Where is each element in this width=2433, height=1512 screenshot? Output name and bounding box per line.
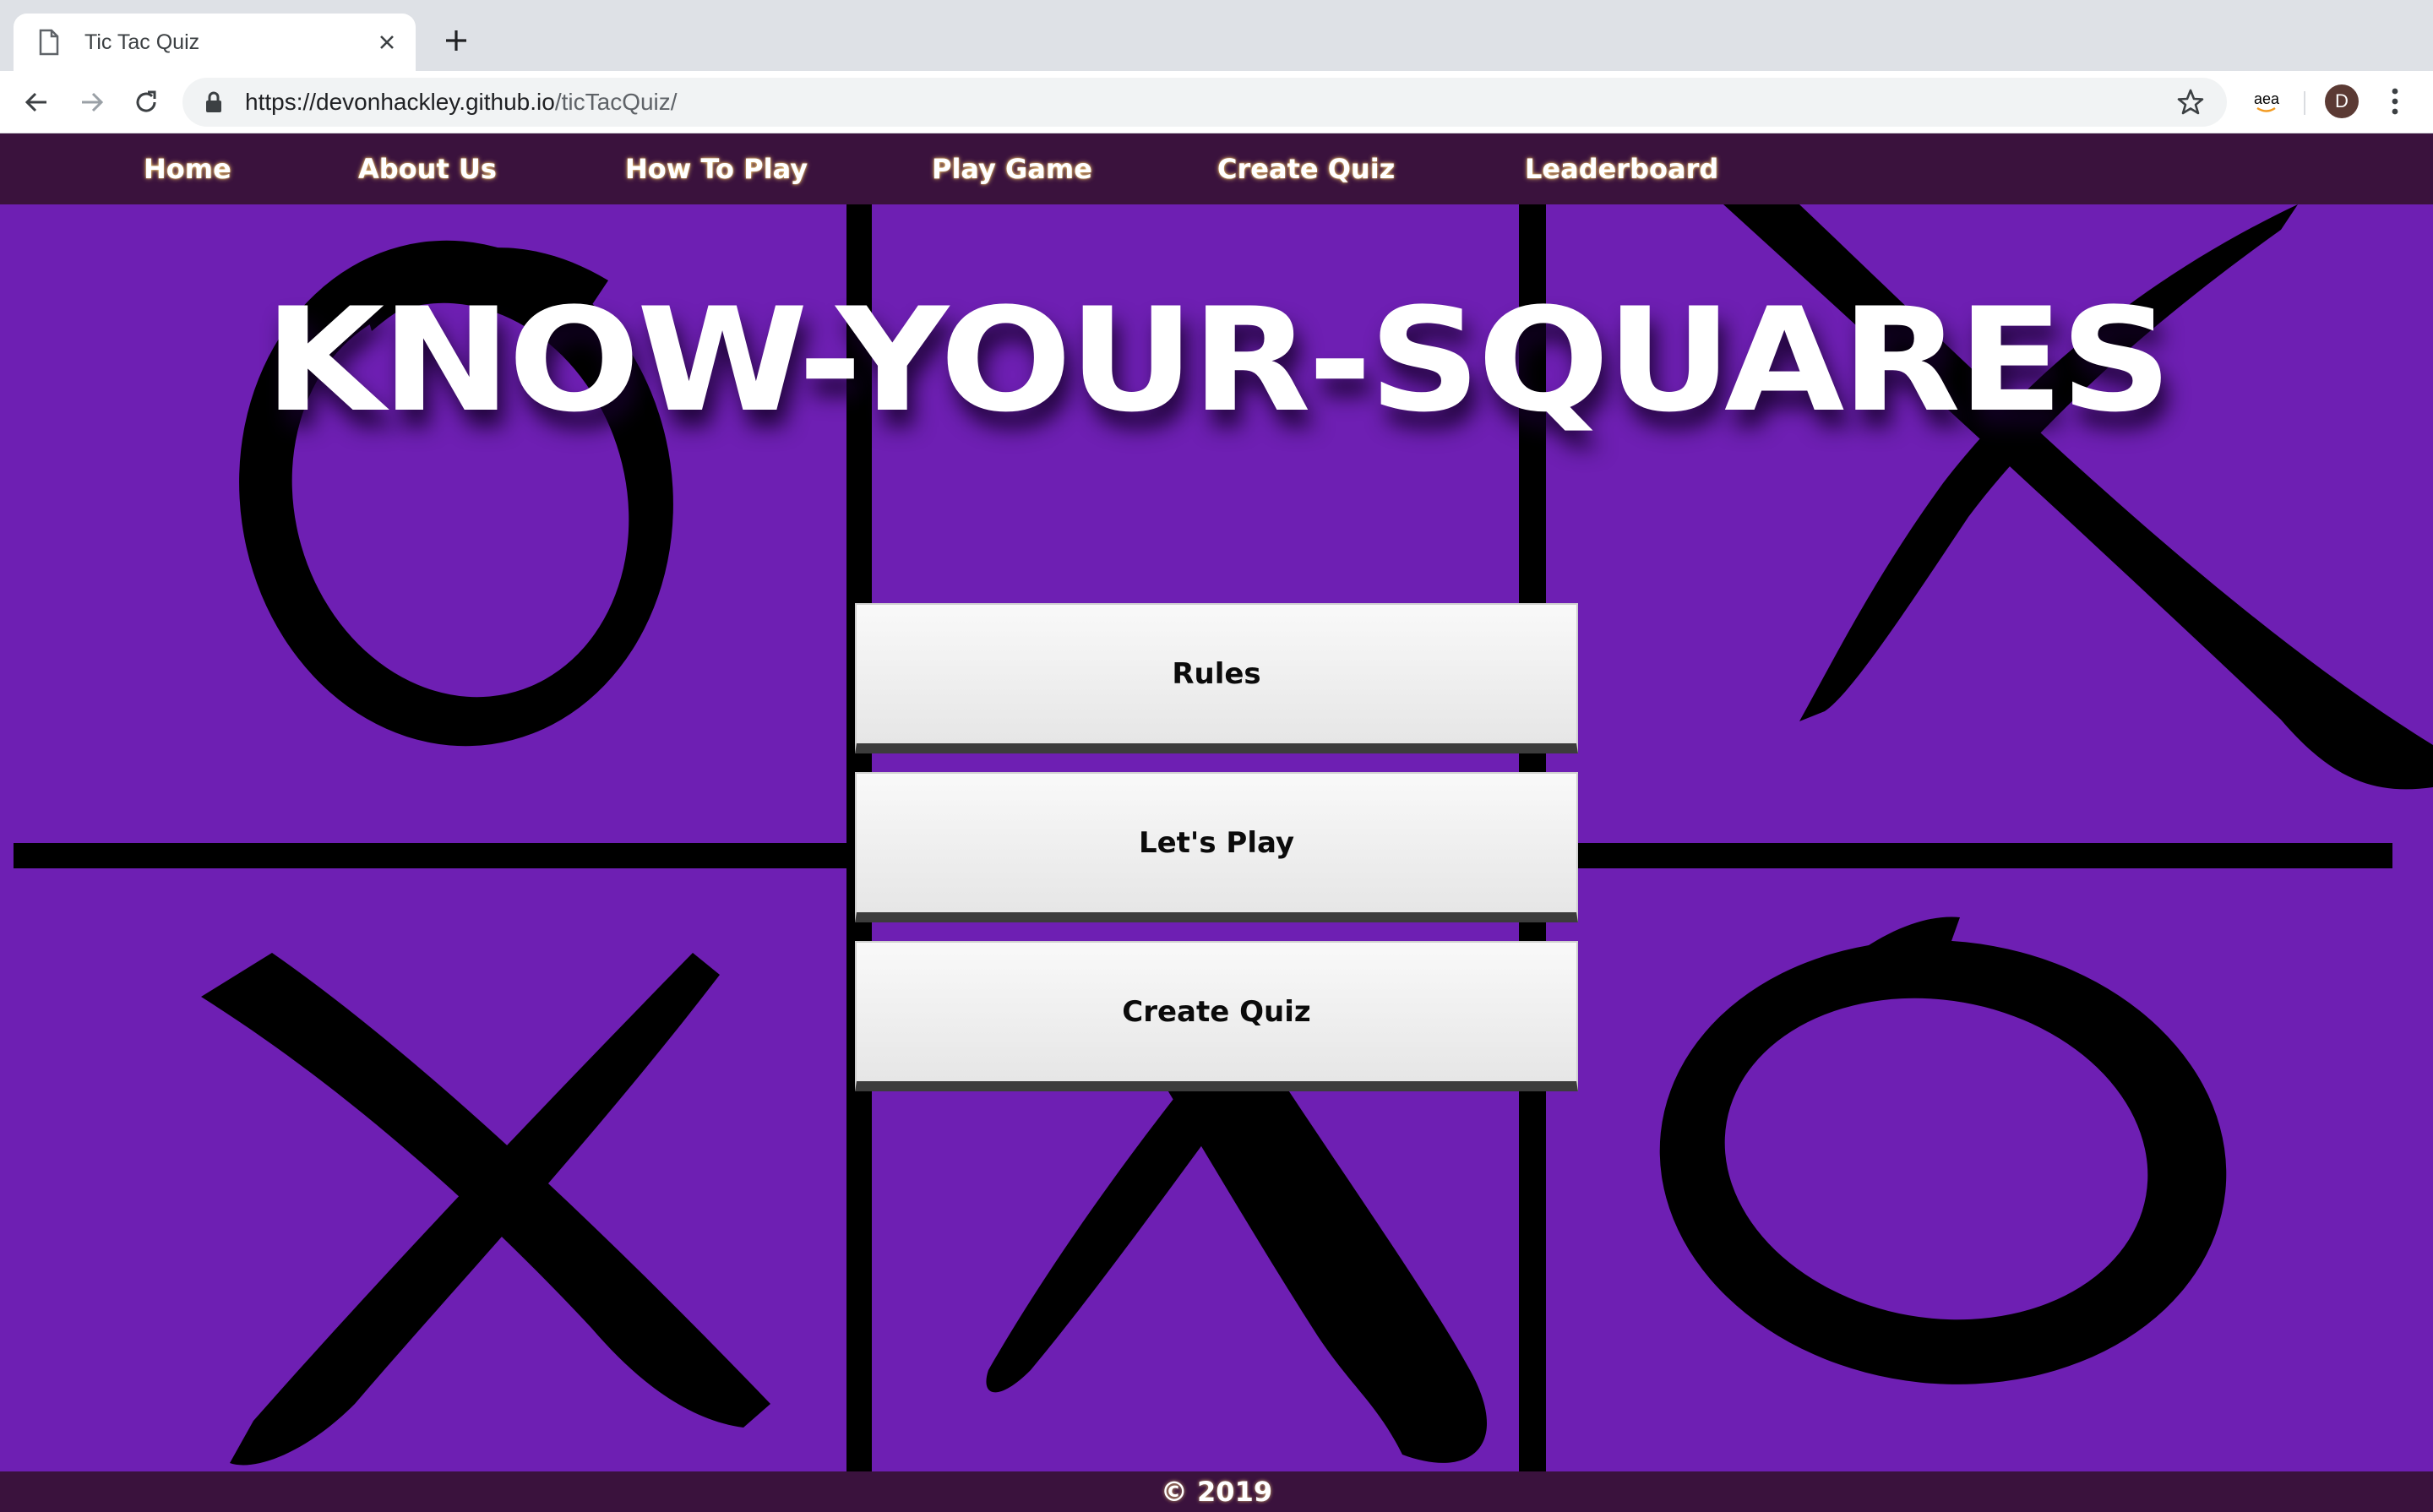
page-title: KNOW-YOUR-SQUARES [264,277,2173,444]
page-footer: © 2019 [0,1471,2433,1512]
page-icon [39,29,59,56]
tab-title: Tic Tac Quiz [84,30,200,54]
arrow-right-icon [82,92,104,112]
amazon-extension-button[interactable]: aea [2247,83,2286,122]
lock-icon [206,91,221,112]
new-tab-button[interactable] [439,24,473,57]
lets-play-button[interactable]: Let's Play [855,772,1578,922]
nav-about-us[interactable]: About Us [358,133,497,204]
browser-menu-button[interactable] [2381,84,2409,118]
browser-toolbar: https://devonhackley.github.io/ticTacQui… [0,71,2433,133]
nav-play-game[interactable]: Play Game [932,133,1092,204]
nav-home[interactable]: Home [144,133,231,204]
close-tab-icon[interactable] [375,30,399,54]
create-quiz-button[interactable]: Create Quiz [855,941,1578,1091]
profile-avatar[interactable]: D [2325,84,2359,118]
url-text: https://devonhackley.github.io/ticTacQui… [245,89,678,116]
arrow-left-icon [24,92,46,112]
amazon-smile-icon [2256,106,2276,112]
bookmark-star-icon[interactable] [2176,88,2205,117]
x-mark-bottom-left [201,953,770,1466]
reload-button[interactable] [127,83,166,122]
reload-icon [136,90,156,112]
nav-leaderboard[interactable]: Leaderboard [1525,133,1718,204]
rules-button[interactable]: Rules [855,603,1578,753]
browser-tab[interactable]: Tic Tac Quiz [14,14,416,71]
url-host: https://devonhackley.github.io [245,89,555,115]
nav-how-to-play[interactable]: How To Play [625,133,808,204]
o-mark-bottom-right [1659,916,2227,1384]
amazon-extension-label: aea [2253,90,2280,107]
address-bar[interactable]: https://devonhackley.github.io/ticTacQui… [182,78,2227,127]
more-vert-icon [2392,88,2398,115]
forward-button[interactable] [73,83,112,122]
toolbar-divider [2304,91,2305,115]
browser-tabstrip: Tic Tac Quiz [0,0,2433,71]
url-path: /ticTacQuiz/ [554,89,678,115]
copyright-text: © 2019 [1160,1476,1273,1508]
back-button[interactable] [17,83,56,122]
plus-icon [446,30,466,51]
site-nav: Home About Us How To Play Play Game Crea… [0,133,2433,204]
nav-create-quiz[interactable]: Create Quiz [1217,133,1395,204]
